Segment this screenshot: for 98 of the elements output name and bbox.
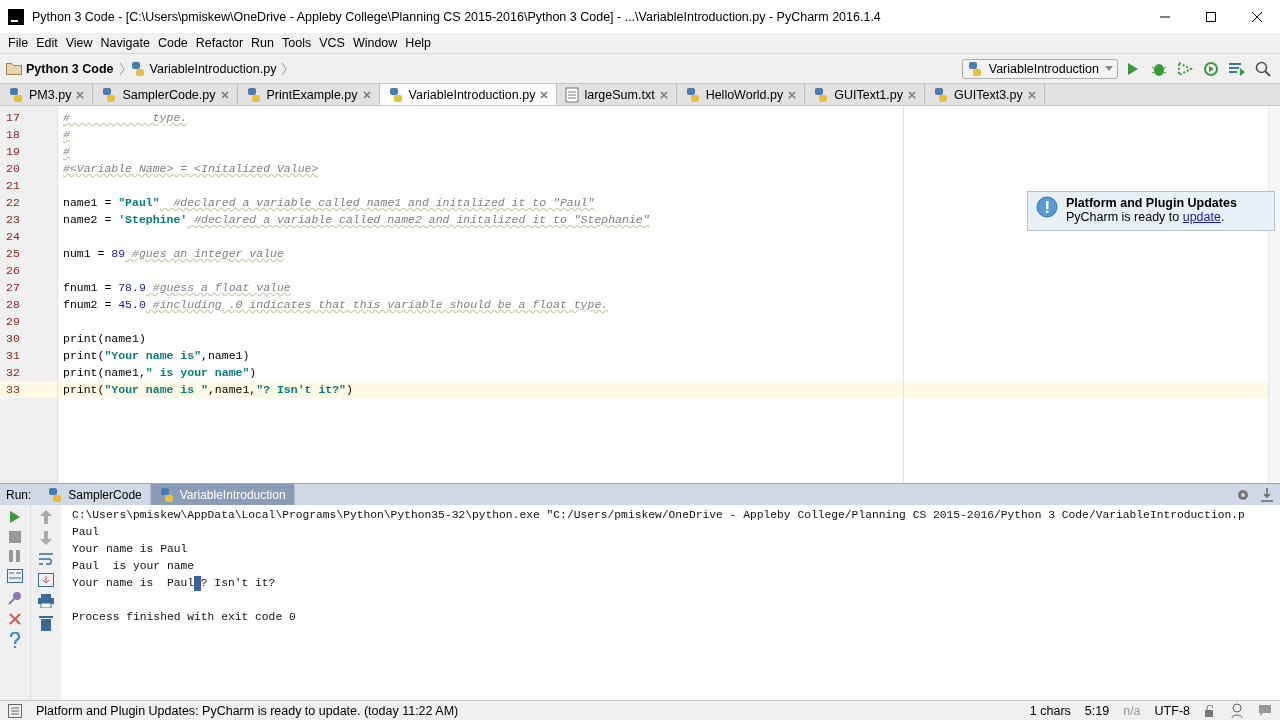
line-number: 25 — [5, 246, 20, 262]
encoding[interactable]: UTF-8 — [1154, 703, 1190, 718]
inspector-icon[interactable] — [1230, 702, 1244, 719]
code-line: print("Your name is ",name1,"? Isn't it?") — [63, 383, 353, 396]
code-line: fnum1 = 78.9 #guess a float value — [63, 281, 291, 294]
console-line: Process finished with exit code 0 — [72, 610, 296, 625]
pin-icon[interactable] — [7, 590, 23, 606]
menu-item[interactable]: Refactor — [191, 36, 248, 50]
python-file-icon — [966, 60, 983, 77]
line-separator: n/a — [1123, 703, 1141, 718]
window-title: Python 3 Code - [C:\Users\pmiskew\OneDrive - Appleby College\Planning CS 2015-2016\Python 3 Code] - ...\VariableIntroduction.py - PyCharm 2016.1.4 — [32, 9, 881, 24]
menu-item[interactable]: VCS — [315, 36, 349, 50]
python-file-icon — [8, 86, 24, 103]
code-line: name2 = 'Stephine' #declared a variable called name2 and initalized it to "Stephanie" — [63, 213, 650, 226]
line-number: 24 — [5, 229, 20, 245]
wrap-icon[interactable] — [38, 552, 54, 566]
chevron-icon — [117, 60, 126, 77]
code-line: # type. — [63, 111, 188, 124]
line-number: 18 — [5, 127, 20, 143]
arrow-up-icon[interactable] — [40, 510, 52, 524]
line-number: 33 — [5, 382, 20, 398]
code-line: print(name1) — [63, 332, 146, 345]
line-number: 29 — [5, 314, 20, 330]
run-icon[interactable] — [9, 510, 21, 524]
cursor-position[interactable]: 5:19 — [1084, 703, 1110, 718]
menu-item[interactable]: Edit — [32, 36, 62, 50]
menu-item[interactable]: View — [61, 36, 97, 50]
console-line: Your name is Paul — [72, 542, 188, 557]
download-icon[interactable] — [1260, 487, 1274, 502]
code-line: print(name1," is your name") — [63, 366, 257, 379]
line-number: 26 — [5, 263, 20, 279]
menu-item[interactable]: File — [4, 36, 33, 50]
menu-item[interactable]: Code — [153, 36, 192, 50]
line-number: 21 — [5, 178, 20, 194]
notification-title: Platform and Plugin Updates — [1066, 196, 1237, 210]
line-number: 20 — [5, 161, 20, 177]
line-number: 23 — [5, 212, 20, 228]
console-line: C:\Users\pmiskew\AppData\Local\Programs\Python\Python35-32\python.exe "C:/Users/pmiskew/OneDrive - Appleby College/Planning CS 2015-2016/Python 3 Code/VariableIntroduction.p — [72, 508, 1245, 523]
line-number: 22 — [5, 195, 20, 211]
lock-icon[interactable] — [1204, 704, 1216, 717]
pause-icon[interactable] — [9, 550, 21, 562]
line-number: 17 — [5, 110, 20, 126]
chat-icon[interactable] — [1258, 703, 1272, 718]
scroll-end-icon[interactable] — [38, 573, 54, 587]
info-icon — [1036, 196, 1058, 218]
console-line: Paul is your name — [72, 559, 195, 574]
menu-item[interactable]: Tools — [278, 36, 316, 50]
maximize-icon[interactable] — [1206, 11, 1216, 22]
caret-icon — [1105, 66, 1113, 71]
code-line: print("Your name is",name1) — [63, 349, 250, 362]
python-file-icon — [387, 86, 404, 103]
menu-item[interactable]: Help — [401, 36, 436, 50]
notification-text: PyCharm is ready to update. — [1066, 210, 1225, 224]
code-line: # — [63, 145, 70, 158]
help-icon[interactable] — [9, 632, 21, 648]
code-line: name1 = "Paul" #declared a variable called name1 and initalized it to "Paul" — [63, 196, 595, 209]
python-file-icon — [813, 86, 830, 103]
print-icon[interactable] — [38, 594, 54, 608]
code-line: #<Variable Name> = <Initalized Value> — [63, 162, 319, 175]
panel-icon[interactable] — [8, 703, 22, 718]
editor-tab[interactable]: VariableIntroduction.py — [379, 84, 558, 105]
console-line: ? Isn't it? — [200, 576, 276, 591]
close-icon[interactable] — [1252, 11, 1262, 22]
python-file-icon — [158, 486, 175, 503]
chevron-icon — [280, 60, 289, 77]
line-number: 19 — [5, 144, 20, 160]
line-number: 28 — [5, 297, 20, 313]
trash-icon[interactable] — [39, 615, 53, 631]
breadcrumb[interactable]: VariableIntroduction.py — [149, 61, 277, 76]
text-file-icon — [565, 86, 580, 103]
breadcrumb[interactable]: Python 3 Code — [26, 61, 114, 76]
python-file-icon — [101, 86, 118, 103]
python-file-icon — [245, 86, 262, 103]
line-number: 31 — [5, 348, 20, 364]
run-label: Run: — [5, 487, 33, 502]
code-line: fnum2 = 45.0 #including .0 indicates that this variable should be a float type. — [63, 298, 609, 311]
menu-item[interactable]: Window — [348, 36, 402, 50]
line-number: 30 — [5, 331, 20, 347]
menu-item[interactable]: Run — [247, 36, 278, 50]
python-file-icon — [129, 60, 146, 77]
python-file-icon — [684, 86, 701, 103]
python-file-icon — [933, 86, 949, 103]
line-number: 32 — [5, 365, 20, 381]
console-line: Your name is Paul — [72, 576, 195, 591]
line-number: 27 — [5, 280, 20, 296]
arrow-down-icon[interactable] — [40, 531, 52, 545]
selection-count: 1 chars — [1029, 703, 1071, 718]
menu-item[interactable]: Navigate — [96, 36, 154, 50]
status-message: Platform and Plugin Updates: PyCharm is ready to update. (today 11:22 AM) — [36, 703, 459, 718]
app-icon — [8, 8, 24, 25]
folder-icon — [6, 62, 22, 75]
code-line: num1 = 89 #gues an integer value — [63, 247, 284, 260]
code-line: # — [63, 128, 70, 141]
python-file-icon — [47, 486, 64, 503]
run-configuration-dropdown[interactable]: VariableIntroduction — [961, 58, 1118, 79]
update-link[interactable]: update — [1182, 210, 1221, 224]
console-line: Paul — [72, 525, 100, 540]
layout-icon[interactable] — [7, 569, 23, 583]
